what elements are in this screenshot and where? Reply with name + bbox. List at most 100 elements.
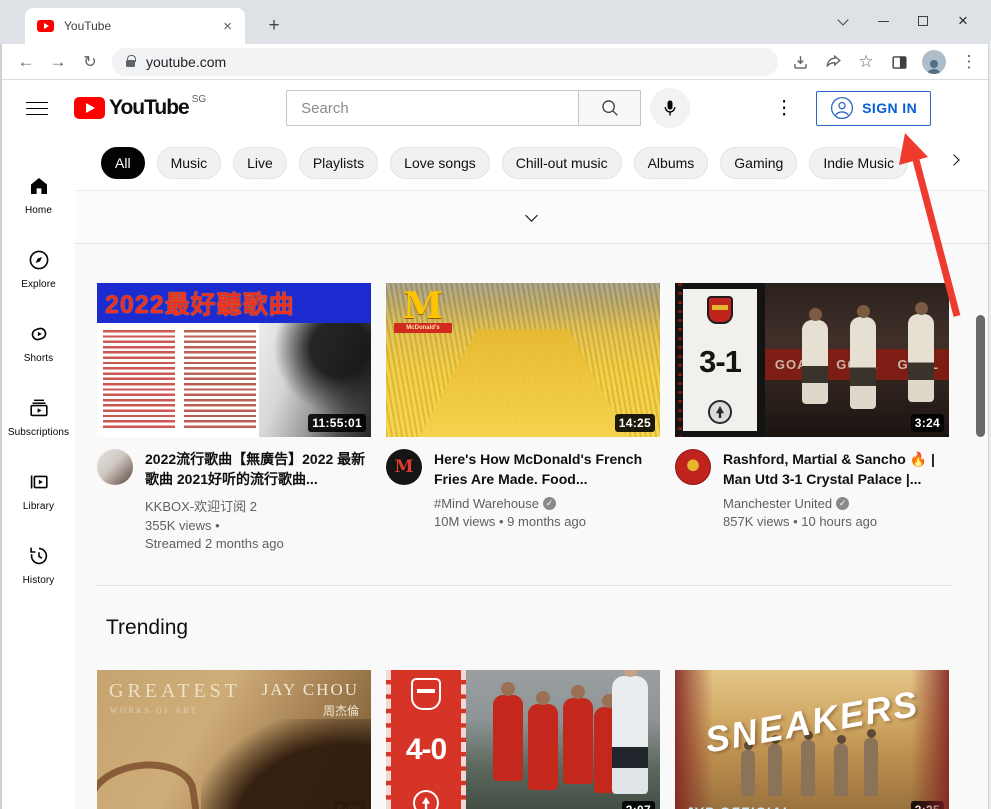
reload-button[interactable]: ↻ (76, 44, 104, 80)
forward-button[interactable]: → (44, 44, 72, 80)
chevron-right-icon (948, 154, 959, 165)
trending-thumbnail-3[interactable]: SNEAKERS JYP OFFICIAL 3:25 (675, 670, 949, 809)
video-title[interactable]: 2022流行歌曲【無廣告】2022 最新歌曲 2021好听的流行歌曲... (145, 449, 371, 489)
trending-thumbnail-2[interactable]: 4-0 3:07 (386, 670, 660, 809)
lock-icon (126, 60, 135, 67)
subscriptions-icon (27, 396, 51, 420)
video-thumbnail-3[interactable]: 3-1 GOALGOALGOAL 3:24 (675, 283, 949, 437)
scrollbar-thumb[interactable] (976, 315, 985, 437)
youtube-page: YouTube SG ⋮ SIGN IN All Music Live (2, 80, 988, 809)
video-views: 10M views • 9 months ago (434, 514, 660, 529)
download-icon[interactable] (790, 52, 810, 72)
match-score: 3-1 (699, 344, 741, 380)
side-panel-icon[interactable] (889, 52, 909, 72)
fries-pile (419, 329, 627, 437)
video-title[interactable]: Rashford, Martial & Sancho 🔥 | Man Utd 3… (723, 449, 949, 489)
search-box (286, 90, 641, 126)
window-controls: × (823, 6, 983, 36)
trending-thumbnail-1[interactable]: GREATEST WORKS OF ART JAY CHOU 周杰倫 5:06 (97, 670, 371, 809)
address-bar[interactable]: youtube.com (112, 48, 778, 76)
thumb-text: GREATEST (109, 680, 241, 703)
compass-icon (27, 248, 51, 272)
library-icon (27, 470, 51, 494)
trending-card-2[interactable]: 4-0 3:07 (386, 670, 660, 809)
browser-tab-youtube[interactable]: YouTube × (25, 8, 245, 44)
channel-name[interactable]: #Mind Warehouse (434, 496, 539, 511)
chevron-down-icon (525, 209, 538, 222)
chips-scroll-right-button[interactable] (950, 156, 958, 164)
video-card-2[interactable]: M McDonald's 14:25 M Here's How McDonald… (386, 283, 660, 551)
mini-guide-sidebar: Home Explore Shorts Subscriptions Librar… (2, 136, 75, 809)
trending-card-1[interactable]: GREATEST WORKS OF ART JAY CHOU 周杰倫 5:06 (97, 670, 371, 809)
tab-search-chevron-icon[interactable] (823, 6, 863, 36)
close-window-button[interactable]: × (943, 6, 983, 36)
bookmark-star-icon[interactable]: ☆ (856, 52, 876, 72)
chip-albums[interactable]: Albums (634, 147, 709, 179)
channel-name[interactable]: Manchester United (723, 496, 832, 511)
chip-live[interactable]: Live (233, 147, 287, 179)
chip-all[interactable]: All (101, 147, 145, 179)
country-code: SG (192, 94, 206, 105)
duration-badge: 5:06 (333, 801, 366, 809)
trending-heading: Trending (106, 616, 188, 640)
youtube-header: YouTube SG ⋮ SIGN IN (2, 80, 988, 136)
youtube-menu-kebab-icon[interactable]: ⋮ (772, 97, 796, 120)
voice-search-button[interactable] (650, 88, 690, 128)
match-photo (466, 670, 660, 809)
sidebar-item-subscriptions[interactable]: Subscriptions (7, 380, 71, 454)
thumb-text: WORKS OF ART (110, 706, 198, 715)
chip-music[interactable]: Music (157, 147, 222, 179)
maximize-button[interactable] (903, 6, 943, 36)
microphone-icon (660, 98, 680, 118)
channel-avatar[interactable] (675, 449, 711, 485)
chip-love-songs[interactable]: Love songs (390, 147, 490, 179)
channel-avatar[interactable]: M (386, 449, 422, 485)
video-thumbnail-1[interactable]: 2022最好聽歌曲 11:55:01 (97, 283, 371, 437)
browser-toolbar: ← → ↻ youtube.com ☆ ⋮ (0, 44, 991, 80)
youtube-play-icon (74, 97, 105, 119)
tab-title: YouTube (64, 19, 220, 33)
verified-badge-icon: ✓ (836, 497, 849, 510)
search-input[interactable] (286, 90, 578, 126)
minimize-button[interactable] (863, 6, 903, 36)
sidebar-item-shorts[interactable]: Shorts (7, 306, 71, 380)
channel-name[interactable]: KKBOX-欢迎订阅 2 (145, 496, 257, 515)
video-feed-row: 2022最好聽歌曲 11:55:01 2022流行歌曲【無廣告】2022 最新歌… (97, 283, 949, 551)
history-icon (27, 544, 51, 568)
chip-playlists[interactable]: Playlists (299, 147, 378, 179)
guide-menu-icon[interactable] (26, 102, 48, 115)
sign-in-button[interactable]: SIGN IN (816, 91, 931, 126)
sidebar-item-explore[interactable]: Explore (7, 232, 71, 306)
search-button[interactable] (578, 90, 641, 126)
collapsed-section[interactable] (75, 190, 988, 244)
sidebar-item-library[interactable]: Library (7, 454, 71, 528)
video-card-3[interactable]: 3-1 GOALGOALGOAL 3:24 Ra (675, 283, 949, 551)
category-chips-bar: All Music Live Playlists Love songs Chil… (75, 136, 988, 190)
sidebar-item-history[interactable]: History (7, 528, 71, 602)
chip-indie-music[interactable]: Indie Music (809, 147, 908, 179)
match-score: 4-0 (406, 733, 446, 767)
liverpool-crest-icon (413, 790, 439, 809)
chip-gaming[interactable]: Gaming (720, 147, 797, 179)
sign-in-label: SIGN IN (862, 100, 917, 116)
sidebar-item-home[interactable]: Home (7, 158, 71, 232)
duration-badge: 11:55:01 (308, 414, 366, 432)
browser-menu-kebab-icon[interactable]: ⋮ (959, 52, 979, 72)
thumbnail-headline: 2022最好聽歌曲 (105, 285, 295, 321)
chip-chill-out-music[interactable]: Chill-out music (502, 147, 622, 179)
youtube-logo[interactable]: YouTube SG (74, 94, 206, 122)
back-button[interactable]: ← (12, 44, 40, 80)
trending-card-3[interactable]: SNEAKERS JYP OFFICIAL 3:25 (675, 670, 949, 809)
verified-badge-icon: ✓ (543, 497, 556, 510)
man-utd-crest-icon (411, 678, 441, 710)
share-icon[interactable] (823, 52, 843, 72)
video-thumbnail-2[interactable]: M McDonald's 14:25 (386, 283, 660, 437)
channel-avatar[interactable] (97, 449, 133, 485)
duration-badge: 3:25 (911, 801, 944, 809)
new-tab-button[interactable]: + (262, 14, 286, 38)
profile-avatar[interactable] (922, 50, 946, 74)
video-title[interactable]: Here's How McDonald's French Fries Are M… (434, 449, 660, 489)
video-card-1[interactable]: 2022最好聽歌曲 11:55:01 2022流行歌曲【無廣告】2022 最新歌… (97, 283, 371, 551)
duration-badge: 14:25 (615, 414, 655, 432)
tab-close-icon[interactable]: × (220, 18, 235, 35)
